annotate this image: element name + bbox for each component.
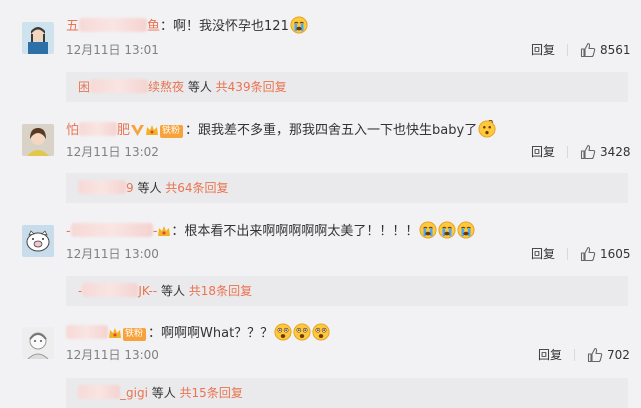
crown-badge-icon — [146, 125, 159, 135]
divider — [567, 146, 568, 158]
shocked-face-icon — [274, 323, 292, 341]
reply-button[interactable]: 回复 — [531, 144, 555, 160]
fan-badge: 铁粉 — [160, 125, 184, 138]
reply-summary-box[interactable]: - JK-- 等人 共18条回复 — [66, 276, 628, 306]
like-count: 1605 — [600, 247, 631, 261]
reply-button[interactable]: 回复 — [531, 42, 555, 58]
reply-summary-text: 等人 — [157, 284, 189, 298]
redacted-name — [82, 283, 139, 297]
username[interactable]: 五鱼 — [66, 18, 160, 36]
reply-summary-box[interactable]: _gigi 等人 共15条回复 — [66, 378, 628, 408]
reply-count-link[interactable]: 共439条回复 — [216, 80, 287, 94]
shocked-face-icon — [312, 323, 330, 341]
redacted-name — [66, 325, 108, 339]
username[interactable]: 怕肥 — [66, 122, 130, 140]
reply-count-link[interactable]: 共15条回复 — [180, 386, 243, 400]
comment-text-line: 五鱼 ：啊！我没怀孕也121 — [66, 16, 308, 36]
comment-timestamp: 12月11日 13:00 — [66, 247, 159, 261]
comment-content: ：啊啊啊What？？？ — [148, 326, 274, 341]
redacted-name — [79, 18, 148, 32]
like-count: 702 — [607, 348, 630, 362]
comment-content: ：根本看不出来啊啊啊啊啊太美了！！！！ — [171, 224, 419, 239]
shocked-face-icon — [293, 323, 311, 341]
comment-text-line: 怕肥 铁粉 ：跟我差不多重，那我四舍五入一下也快生baby了 — [66, 120, 496, 140]
redacted-name — [78, 385, 120, 399]
crown-badge-icon — [109, 328, 121, 338]
comment-timestamp: 12月11日 13:01 — [66, 43, 159, 57]
reply-author-link[interactable]: 9 — [78, 180, 134, 195]
username[interactable] — [66, 325, 108, 343]
reply-summary-box[interactable]: 9 等人 共64条回复 — [66, 173, 628, 203]
avatar[interactable] — [22, 225, 54, 257]
comment-text-line: 铁粉 ：啊啊啊What？？？ — [66, 323, 330, 343]
reply-author-link[interactable]: - JK-- — [78, 283, 157, 298]
reply-count-link[interactable]: 共64条回复 — [165, 181, 228, 195]
comment-content: ：跟我差不多重，那我四舍五入一下也快生baby了 — [185, 123, 478, 138]
reply-count-link[interactable]: 共18条回复 — [189, 284, 252, 298]
redacted-name — [90, 79, 149, 93]
comment-content: ：啊！我没怀孕也121 — [160, 19, 289, 34]
divider — [574, 349, 575, 361]
avatar[interactable] — [22, 124, 54, 156]
comment-text-line: -- ：根本看不出来啊啊啊啊啊太美了！！！！ — [66, 221, 475, 241]
avatar-sketch-icon — [22, 327, 54, 359]
reply-author-link[interactable]: 困续熬夜 — [78, 79, 184, 94]
avatar-girl-blue-icon — [22, 22, 54, 54]
comment-timestamp: 12月11日 13:02 — [66, 145, 159, 159]
avatar-portrait-icon — [22, 124, 54, 156]
thinking-face-icon — [478, 120, 496, 138]
redacted-name — [70, 223, 153, 237]
thumbs-up-icon[interactable] — [580, 42, 596, 58]
crown-badge-icon — [158, 226, 171, 236]
reply-button[interactable]: 回复 — [538, 347, 562, 363]
thumbs-up-icon[interactable] — [580, 246, 596, 262]
verified-v-badge-icon — [131, 125, 145, 136]
reply-summary-text: 等人 — [133, 181, 166, 195]
like-count: 8561 — [600, 43, 631, 57]
comment-timestamp: 12月11日 13:00 — [66, 348, 159, 362]
crying-face-icon — [419, 221, 437, 239]
thumbs-up-icon[interactable] — [580, 144, 596, 160]
reply-summary-box[interactable]: 困续熬夜 等人 共439条回复 — [66, 72, 628, 102]
crying-face-icon — [290, 16, 308, 34]
reply-author-link[interactable]: _gigi — [78, 385, 148, 400]
avatar[interactable] — [22, 327, 54, 359]
crying-face-icon — [438, 221, 456, 239]
redacted-name — [79, 122, 118, 136]
avatar[interactable] — [22, 22, 54, 54]
redacted-name — [78, 180, 126, 194]
reply-summary-text: 等人 — [147, 386, 180, 400]
divider — [567, 44, 568, 56]
divider — [567, 248, 568, 260]
thumbs-up-icon[interactable] — [587, 347, 603, 363]
avatar-pig-icon — [22, 225, 54, 257]
crying-face-icon — [457, 221, 475, 239]
reply-summary-text: 等人 — [184, 80, 216, 94]
like-count: 3428 — [600, 145, 631, 159]
username[interactable]: -- — [66, 223, 157, 241]
fan-badge: 铁粉 — [123, 328, 147, 341]
reply-button[interactable]: 回复 — [531, 246, 555, 262]
